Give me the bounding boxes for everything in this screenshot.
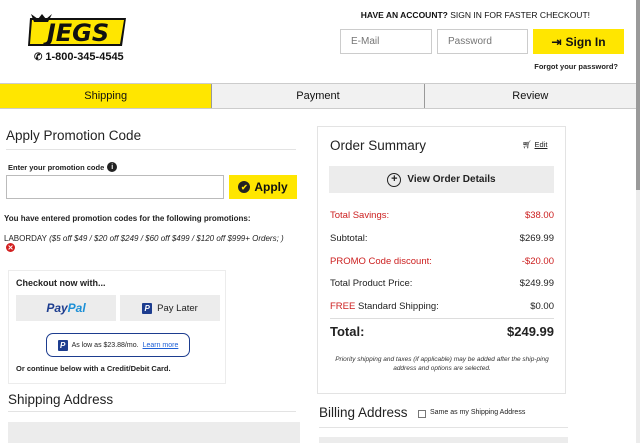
forgot-password-link[interactable]: Forgot your password? bbox=[534, 62, 618, 71]
remove-promo-icon[interactable]: ✕ bbox=[6, 243, 15, 252]
billing-address-panel bbox=[319, 437, 568, 443]
express-checkout-title: Checkout now with... bbox=[16, 278, 106, 288]
shipping-address-title: Shipping Address bbox=[8, 392, 114, 407]
summary-label: FREE Standard Shipping: bbox=[330, 301, 439, 312]
apply-promo-button[interactable]: ✔ Apply bbox=[229, 175, 297, 199]
promo-code-line: LABORDAY ($5 off $49 / $20 off $249 / $6… bbox=[4, 234, 284, 243]
summary-total: Total: $249.99 bbox=[330, 324, 554, 339]
paypal-p-icon-small: P bbox=[57, 339, 68, 351]
promo-input-label: Enter your promotion code i bbox=[8, 162, 118, 172]
phone-number[interactable]: ✆ 1-800-345-4545 bbox=[34, 51, 124, 63]
paypal-button[interactable]: Pay Pal bbox=[16, 295, 116, 321]
shipping-tax-note: Priority shipping and taxes (if applicab… bbox=[335, 356, 549, 372]
billing-address-title: Billing Address bbox=[319, 405, 408, 420]
shipping-address-panel bbox=[8, 422, 300, 443]
promo-divider bbox=[6, 149, 296, 150]
paypal-text-2: Pal bbox=[67, 301, 86, 315]
step-shipping[interactable]: Shipping bbox=[0, 84, 213, 108]
summary-label: Total Savings: bbox=[330, 210, 390, 221]
summary-value: -$20.00 bbox=[521, 256, 554, 267]
info-icon[interactable]: i bbox=[107, 162, 118, 172]
summary-row-product-price: Total Product Price: $249.99 bbox=[330, 278, 554, 289]
summary-row-subtotal: Subtotal: $269.99 bbox=[330, 233, 554, 244]
promo-code-name: LABORDAY bbox=[4, 234, 47, 243]
shipping-label: Standard Shipping: bbox=[355, 301, 439, 312]
summary-value: $38.00 bbox=[524, 210, 554, 221]
email-input[interactable] bbox=[340, 29, 432, 54]
same-as-shipping-checkbox[interactable] bbox=[418, 410, 426, 418]
account-prompt-bold: HAVE AN ACCOUNT? bbox=[360, 10, 448, 20]
summary-value: $249.99 bbox=[519, 278, 554, 289]
promo-label-text: Enter your promotion code bbox=[8, 162, 105, 172]
summary-value: $0.00 bbox=[530, 301, 554, 312]
phone-icon: ✆ bbox=[34, 51, 43, 63]
plus-circle-icon: + bbox=[387, 172, 402, 187]
total-divider bbox=[330, 318, 554, 319]
summary-value: $269.99 bbox=[519, 233, 554, 244]
summary-row-savings: Total Savings: $38.00 bbox=[330, 210, 554, 221]
entered-promos-text: You have entered promotion codes for the… bbox=[4, 214, 251, 223]
checkout-steps: Shipping Payment Review bbox=[0, 83, 636, 109]
page-scrollbar[interactable] bbox=[636, 0, 640, 443]
summary-label: Total Product Price: bbox=[330, 278, 413, 289]
edit-cart-link[interactable]: 🛒︎ Edit bbox=[522, 140, 547, 149]
phone-text: 1-800-345-4545 bbox=[45, 51, 124, 63]
summary-label: Subtotal: bbox=[330, 233, 368, 244]
or-continue-text: Or continue below with a Credit/Debit Ca… bbox=[16, 364, 171, 373]
account-prompt: HAVE AN ACCOUNT? SIGN IN FOR FASTER CHEC… bbox=[361, 10, 590, 20]
paylater-label: Pay Later bbox=[157, 302, 198, 314]
edit-label: Edit bbox=[534, 140, 548, 149]
apply-label: Apply bbox=[254, 180, 288, 194]
scrollbar-thumb[interactable] bbox=[636, 0, 640, 190]
jegs-logo[interactable]: JEGS bbox=[28, 14, 128, 48]
billing-divider bbox=[319, 427, 568, 428]
brand-text: JEGS bbox=[43, 19, 109, 47]
cart-icon: 🛒︎ bbox=[522, 140, 532, 149]
total-label: Total: bbox=[330, 324, 365, 339]
view-order-details-button[interactable]: + View Order Details bbox=[329, 166, 554, 193]
paypal-text-1: Pay bbox=[46, 301, 68, 315]
account-prompt-rest: SIGN IN FOR FASTER CHECKOUT! bbox=[447, 10, 590, 20]
as-low-as-text: As low as $23.88/mo. bbox=[71, 341, 139, 349]
learn-more-link[interactable]: Learn more bbox=[143, 342, 179, 349]
signin-button[interactable]: ⇥ Sign In bbox=[533, 29, 624, 54]
promo-code-detail: ($5 off $49 / $20 off $249 / $60 off $49… bbox=[49, 234, 284, 243]
same-as-shipping-label[interactable]: Same as my Shipping Address bbox=[430, 409, 525, 416]
shipping-divider bbox=[8, 411, 296, 412]
step-payment[interactable]: Payment bbox=[212, 84, 425, 108]
check-circle-icon: ✔ bbox=[238, 181, 251, 193]
paypal-p-icon: P bbox=[142, 302, 153, 314]
promo-title: Apply Promotion Code bbox=[6, 128, 142, 143]
total-value: $249.99 bbox=[507, 324, 554, 339]
view-details-label: View Order Details bbox=[407, 174, 496, 185]
password-input[interactable] bbox=[437, 29, 528, 54]
step-review[interactable]: Review bbox=[425, 84, 636, 108]
summary-label: PROMO Code discount: bbox=[330, 256, 432, 267]
summary-row-promo: PROMO Code discount: -$20.00 bbox=[330, 256, 554, 267]
paypal-credit-message[interactable]: P As low as $23.88/mo. Learn more bbox=[46, 333, 190, 357]
order-summary-title: Order Summary bbox=[330, 138, 427, 153]
summary-row-shipping: FREE Standard Shipping: $0.00 bbox=[330, 301, 554, 312]
promo-code-input[interactable] bbox=[6, 175, 224, 199]
signin-icon: ⇥ bbox=[551, 34, 562, 49]
signin-label: Sign In bbox=[565, 34, 606, 49]
paylater-button[interactable]: P Pay Later bbox=[120, 295, 220, 321]
free-label: FREE bbox=[330, 301, 356, 312]
